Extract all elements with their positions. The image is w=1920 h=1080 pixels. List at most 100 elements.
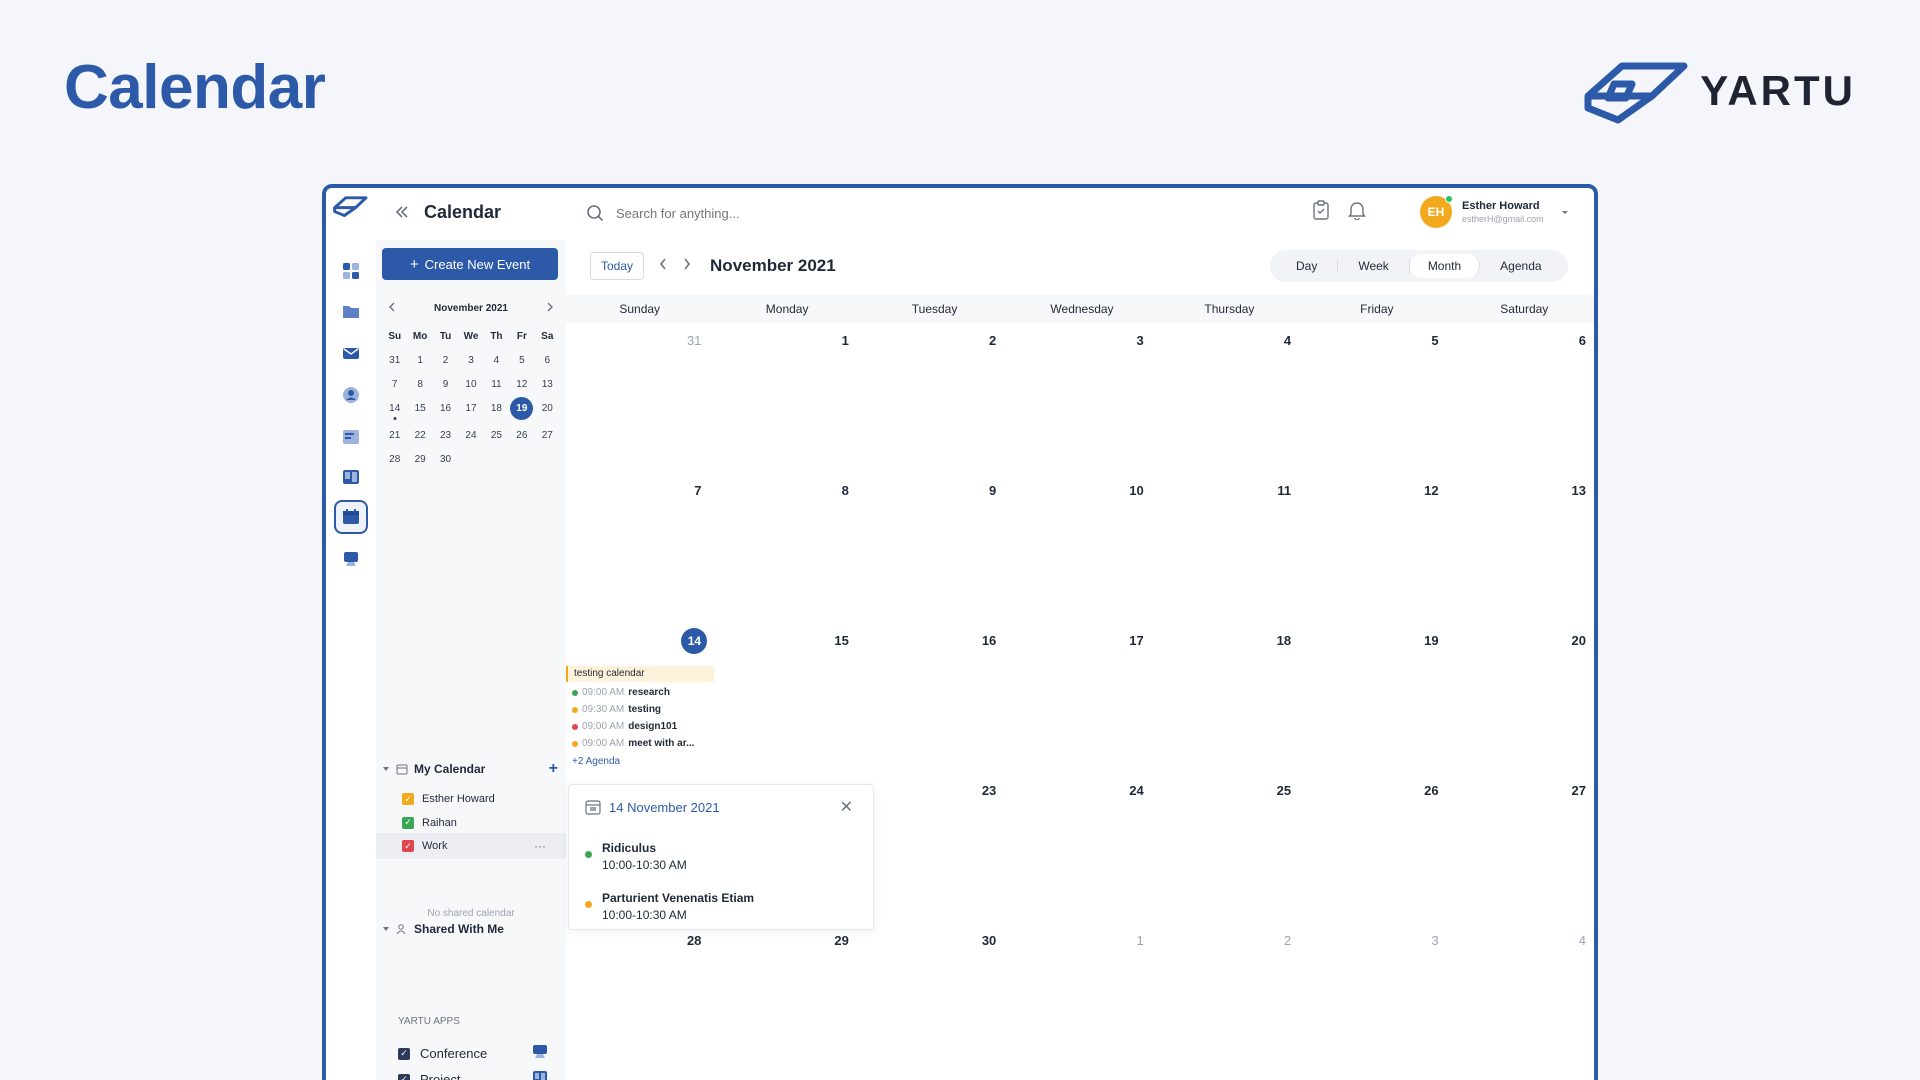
next-month-icon[interactable]: [682, 257, 692, 276]
more-options-icon[interactable]: ···: [534, 839, 546, 853]
timed-event[interactable]: 09:30 AM testing: [566, 701, 714, 718]
day-cell[interactable]: 2: [861, 323, 1008, 473]
popover-event[interactable]: Parturient Venenatis Etiam 10:00-10:30 AM: [585, 891, 754, 922]
mini-day[interactable]: 28: [382, 451, 407, 468]
day-cell[interactable]: 3: [1008, 323, 1155, 473]
mini-day[interactable]: 25: [484, 427, 509, 444]
chevron-down-icon[interactable]: [382, 925, 390, 933]
mini-day[interactable]: 22: [407, 427, 432, 444]
day-cell[interactable]: 5: [1303, 323, 1450, 473]
rail-logo[interactable]: [332, 194, 368, 223]
mini-day[interactable]: 13: [535, 376, 560, 393]
mini-day[interactable]: 20: [535, 400, 560, 417]
collapse-sidebar-icon[interactable]: [394, 204, 410, 225]
mini-day[interactable]: 29: [407, 451, 432, 468]
mini-day[interactable]: 18: [484, 400, 509, 417]
close-icon[interactable]: ✕: [840, 797, 853, 817]
day-cell[interactable]: 16: [861, 623, 1008, 773]
view-tab-week[interactable]: Week: [1338, 259, 1410, 273]
mini-day[interactable]: 21: [382, 427, 407, 444]
rail-conference-icon[interactable]: [334, 542, 368, 576]
day-cell[interactable]: 17: [1008, 623, 1155, 773]
rail-folder-icon[interactable]: [334, 294, 368, 328]
tasks-clipboard-icon[interactable]: [1312, 200, 1330, 225]
day-cell[interactable]: 23: [861, 773, 1008, 923]
today-button[interactable]: Today: [590, 252, 645, 280]
app-checkbox[interactable]: ✓: [398, 1047, 410, 1060]
day-cell[interactable]: 2: [1156, 923, 1303, 1073]
calendar-item[interactable]: ✓ Work ···: [376, 833, 566, 859]
day-cell[interactable]: 6: [1451, 323, 1594, 473]
day-cell[interactable]: 19: [1303, 623, 1450, 773]
mini-day[interactable]: 4: [484, 352, 509, 369]
view-tab-month[interactable]: Month: [1409, 254, 1481, 278]
rail-notes-icon[interactable]: [334, 420, 368, 454]
calendar-checkbox[interactable]: ✓: [402, 816, 414, 829]
yartu-app-item[interactable]: ✓ Conference: [398, 1044, 548, 1063]
day-cell[interactable]: 30: [861, 923, 1008, 1073]
day-cell[interactable]: 7: [566, 473, 713, 623]
chevron-down-icon[interactable]: [382, 765, 390, 773]
day-cell[interactable]: 3: [1303, 923, 1450, 1073]
day-cell[interactable]: 20: [1451, 623, 1594, 773]
search-input[interactable]: [616, 205, 1116, 221]
app-checkbox[interactable]: ✓: [398, 1073, 410, 1080]
day-cell[interactable]: 27: [1451, 773, 1594, 923]
allday-event[interactable]: testing calendar: [566, 666, 714, 682]
shared-with-me-header[interactable]: Shared With Me: [382, 922, 558, 936]
notification-bell-icon[interactable]: [1348, 200, 1366, 225]
mini-day[interactable]: 10: [458, 376, 483, 393]
mini-day[interactable]: 7: [382, 376, 407, 393]
mini-prev-month-icon[interactable]: [388, 302, 396, 315]
mini-day[interactable]: 3: [458, 352, 483, 369]
view-tab-day[interactable]: Day: [1276, 259, 1339, 273]
yartu-app-item[interactable]: ✓ Project: [398, 1070, 548, 1080]
day-cell[interactable]: 4: [1451, 923, 1594, 1073]
day-cell[interactable]: 29: [713, 923, 860, 1073]
calendar-checkbox[interactable]: ✓: [402, 840, 414, 852]
mini-day[interactable]: 31: [382, 352, 407, 369]
mini-next-month-icon[interactable]: [546, 302, 554, 315]
calendar-item[interactable]: ✓ Raihan: [376, 810, 566, 836]
view-tab-agenda[interactable]: Agenda: [1480, 259, 1561, 273]
day-cell[interactable]: 8: [713, 473, 860, 623]
mini-day[interactable]: 30: [433, 451, 458, 468]
create-event-button[interactable]: + Create New Event: [382, 248, 558, 280]
mini-day[interactable]: 23: [433, 427, 458, 444]
day-cell[interactable]: 15: [713, 623, 860, 773]
mini-day[interactable]: 12: [509, 376, 534, 393]
timed-event[interactable]: 09:00 AM research: [566, 684, 714, 701]
mini-day[interactable]: 8: [407, 376, 432, 393]
mini-day[interactable]: 6: [535, 352, 560, 369]
calendar-item[interactable]: ✓ Esther Howard: [376, 786, 566, 812]
day-cell[interactable]: 10: [1008, 473, 1155, 623]
more-agenda-link[interactable]: +2 Agenda: [566, 756, 714, 767]
mini-day[interactable]: 14: [382, 400, 407, 417]
mini-day[interactable]: 16: [433, 400, 458, 417]
mini-day[interactable]: 27: [535, 427, 560, 444]
mini-day[interactable]: 15: [407, 400, 432, 417]
user-menu[interactable]: EH Esther Howard estherH@gmail.com: [1420, 195, 1570, 228]
day-cell[interactable]: 11: [1156, 473, 1303, 623]
rail-dashboard-icon[interactable]: [334, 254, 368, 288]
day-cell[interactable]: 28: [566, 923, 713, 1073]
day-cell[interactable]: 12: [1303, 473, 1450, 623]
mini-day[interactable]: 9: [433, 376, 458, 393]
mini-day[interactable]: 26: [509, 427, 534, 444]
timed-event[interactable]: 09:00 AM design101: [566, 718, 714, 735]
mini-day[interactable]: 1: [407, 352, 432, 369]
day-cell[interactable]: 31: [566, 323, 713, 473]
mini-day[interactable]: 19: [510, 397, 534, 420]
prev-month-icon[interactable]: [658, 257, 668, 276]
my-calendar-header[interactable]: My Calendar +: [382, 760, 558, 778]
day-cell[interactable]: 9: [861, 473, 1008, 623]
day-cell[interactable]: 4: [1156, 323, 1303, 473]
rail-calendar-icon[interactable]: [334, 500, 368, 534]
add-calendar-icon[interactable]: +: [549, 760, 558, 778]
rail-mail-icon[interactable]: [334, 336, 368, 370]
chevron-down-icon[interactable]: [1560, 207, 1570, 217]
day-cell[interactable]: 1: [1008, 923, 1155, 1073]
day-cell[interactable]: 13: [1451, 473, 1594, 623]
mini-day[interactable]: 17: [458, 400, 483, 417]
mini-day[interactable]: 24: [458, 427, 483, 444]
